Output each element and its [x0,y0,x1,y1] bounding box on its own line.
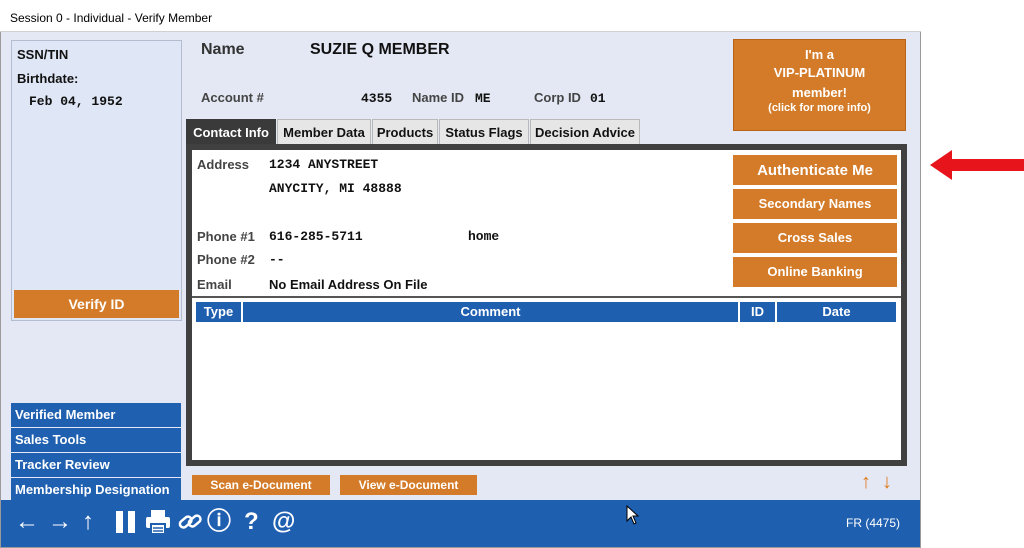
sort-up-icon[interactable]: ↑ [861,471,871,494]
name-id-label: Name ID [412,90,465,105]
mouse-cursor-icon [626,504,640,530]
up-arrow-icon[interactable]: ↑ [82,508,94,536]
link-icon[interactable] [177,510,203,539]
tab-status-flags[interactable]: Status Flags [439,119,529,145]
nav-membership-designation[interactable]: Membership Designation [11,478,181,502]
tab-decision-advice[interactable]: Decision Advice [530,119,640,145]
forward-arrow-icon[interactable]: → [48,508,72,536]
vip-line2: VIP-PLATINUM [773,65,866,80]
back-arrow-icon[interactable]: ← [15,508,39,536]
bottom-toolbar [1,500,920,547]
help-icon[interactable]: ? [244,508,259,536]
address-line2: ANYCITY, MI 48888 [269,181,402,196]
section-divider [192,296,901,298]
print-icon[interactable] [145,508,171,541]
cross-sales-button[interactable]: Cross Sales [733,223,897,253]
annotation-arrow-icon [930,150,1024,185]
view-edocument-button[interactable]: View e-Document [340,475,477,495]
name-value: SUZIE Q MEMBER [310,41,450,58]
sort-down-icon[interactable]: ↓ [882,471,892,494]
ssn-label: SSN/TIN [17,47,69,62]
nav-tracker-review[interactable]: Tracker Review [11,453,181,477]
email-label: Email [197,277,232,292]
vip-platinum-button[interactable]: I'm a VIP-PLATINUM member! (click for mo… [733,39,906,131]
address-label: Address [197,157,250,172]
account-value: 4355 [361,91,393,106]
vip-line1: I'm a [804,47,835,62]
vip-line4: (click for more info) [768,102,871,114]
title-bar: Session 0 - Individual - Verify Member [0,0,921,32]
tab-products[interactable]: Products [372,119,438,145]
authenticate-me-button[interactable]: Authenticate Me [733,155,897,185]
phone2-value: -- [269,252,285,267]
email-value: No Email Address On File [269,277,428,292]
secondary-names-button[interactable]: Secondary Names [733,189,897,219]
birthdate-value: Feb 04, 1952 [29,94,123,109]
nav-sales-tools[interactable]: Sales Tools [11,428,181,452]
corp-id-label: Corp ID [534,90,581,105]
window-title: Session 0 - Individual - Verify Member [10,11,213,25]
at-icon[interactable]: @ [272,508,295,536]
pause-icon[interactable] [116,511,136,533]
tab-member-data[interactable]: Member Data [277,119,371,145]
column-type[interactable]: Type [196,302,241,322]
status-code: FR (4475) [846,516,901,530]
column-comment[interactable]: Comment [243,302,738,322]
online-banking-button[interactable]: Online Banking [733,257,897,287]
vip-line3: member! [792,85,847,100]
account-label: Account # [201,90,264,105]
phone2-label: Phone #2 [197,252,255,267]
verify-id-button[interactable]: Verify ID [14,290,179,318]
tab-contact-info[interactable]: Contact Info [186,119,276,145]
column-id[interactable]: ID [740,302,775,322]
corp-id-value: 01 [590,91,606,106]
phone1-value: 616-285-5711 [269,229,363,244]
phone1-label: Phone #1 [197,229,255,244]
info-icon[interactable]: ⓘ [207,508,231,536]
column-date[interactable]: Date [777,302,896,322]
birthdate-label: Birthdate: [17,71,79,86]
address-line1: 1234 ANYSTREET [269,157,379,172]
name-label: Name [201,41,245,58]
scan-edocument-button[interactable]: Scan e-Document [192,475,330,495]
phone1-type: home [468,229,500,244]
name-id-value: ME [475,91,491,106]
nav-verified-member[interactable]: Verified Member [11,403,181,427]
